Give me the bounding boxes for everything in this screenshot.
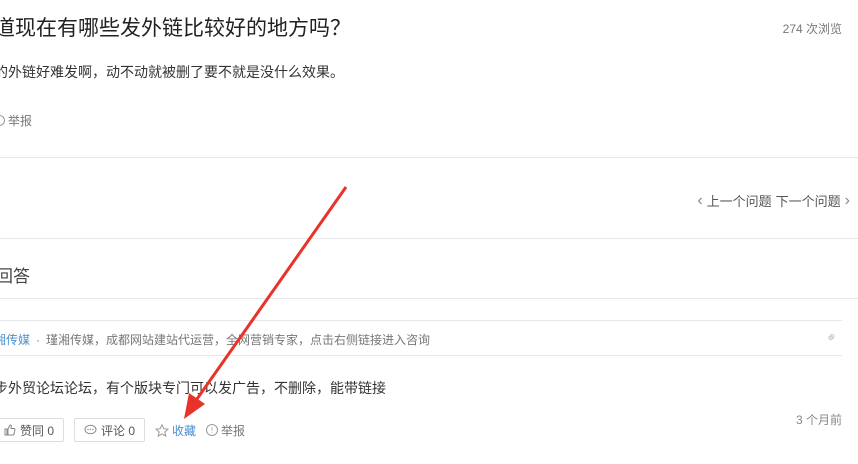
divider [0, 238, 858, 239]
comment-label: 评论 0 [101, 423, 136, 438]
question-title: 道现在有哪些发外链比较好的地方吗？ [0, 17, 351, 40]
author-name-link[interactable]: 湘传媒 [0, 331, 30, 348]
question-report-link[interactable]: ! 举报 [0, 112, 32, 129]
answer-report-button[interactable]: ! 举报 [206, 422, 245, 439]
question-description: 的外链好难发啊，动不动就被删了要不就是没什么效果。 [0, 64, 344, 80]
divider [0, 355, 842, 356]
favorite-button[interactable]: 收藏 [155, 422, 196, 439]
comment-icon [84, 424, 97, 435]
alert-circle-icon: ! [0, 115, 5, 126]
answers-heading: 回答 [0, 267, 30, 286]
alert-circle-icon: ! [206, 424, 219, 436]
agree-label: 赞同 0 [20, 423, 55, 438]
divider [0, 298, 858, 299]
favorite-label: 收藏 [172, 423, 197, 438]
author-bio: 瑾湘传媒，成都网站建站代运营，全网营销专家，点击右侧链接进入咨询 [46, 333, 431, 347]
divider [0, 320, 842, 321]
thumbs-up-icon [4, 424, 16, 436]
answer-content: 步外贸论坛论坛，有个版块专门可以发广告，不删除，能带链接 [0, 380, 386, 396]
prev-question-link[interactable]: 上一个问题 [707, 191, 772, 210]
answer-author-row: 湘传媒 · 瑾湘传媒，成都网站建站代运营，全网营销专家，点击右侧链接进入咨询 [0, 331, 430, 348]
next-question-link[interactable]: 下一个问题 [776, 191, 841, 210]
question-navigation: ‹ 上一个问题 下一个问题 › [697, 191, 850, 210]
comment-button[interactable]: 评论 0 [74, 418, 146, 442]
author-separator: · [36, 332, 41, 347]
link-icon[interactable]: ⚭ [822, 327, 842, 347]
answer-actions: 赞同 0 评论 0 收藏 ! 举报 [0, 418, 245, 442]
question-report-label: 举报 [8, 114, 33, 128]
view-count: 274 次浏览 [782, 22, 842, 36]
chevron-left-icon: ‹ [697, 192, 703, 209]
answer-report-label: 举报 [221, 423, 246, 438]
star-icon [155, 423, 170, 437]
answer-time: 3 个月前 [795, 413, 842, 427]
divider [0, 157, 858, 158]
chevron-right-icon: › [844, 192, 850, 209]
agree-button[interactable]: 赞同 0 [0, 418, 65, 442]
